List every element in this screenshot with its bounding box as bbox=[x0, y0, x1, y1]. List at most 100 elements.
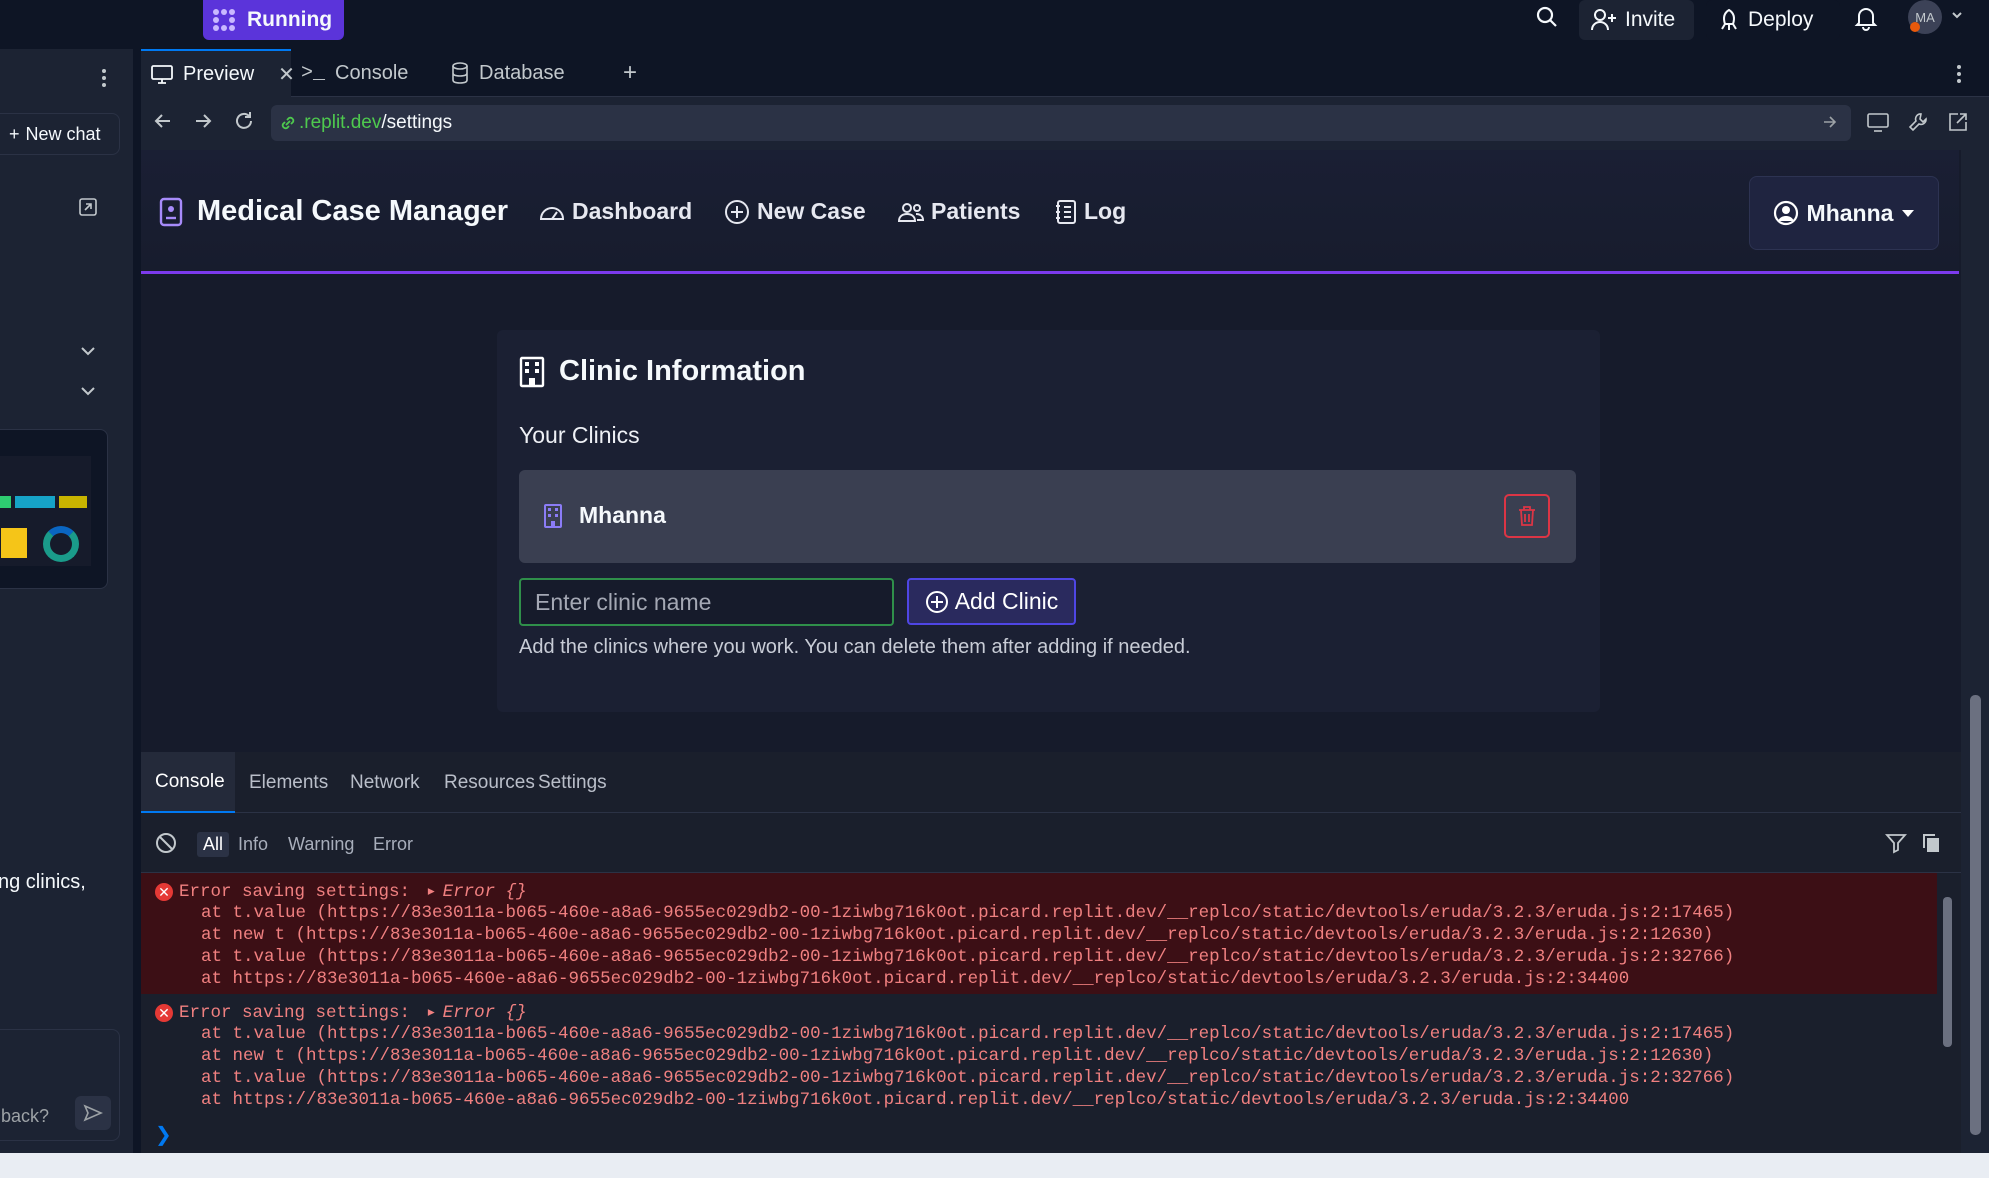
card-title: Clinic Information bbox=[519, 355, 806, 388]
back-icon[interactable] bbox=[153, 111, 173, 131]
chat-input[interactable]: back? bbox=[0, 1029, 120, 1141]
notification-dot bbox=[1910, 22, 1920, 32]
invite-button[interactable]: Invite bbox=[1579, 0, 1694, 40]
delete-clinic-button[interactable] bbox=[1504, 494, 1550, 538]
avatar[interactable]: MA bbox=[1908, 0, 1942, 34]
deploy-icon bbox=[1718, 8, 1740, 32]
nav-label: Log bbox=[1084, 198, 1127, 224]
devtools-icon[interactable] bbox=[1907, 111, 1929, 133]
error-message: Error saving settings: bbox=[179, 1002, 411, 1023]
nav-new-case[interactable]: New Case bbox=[724, 198, 866, 225]
open-new-tab-icon[interactable] bbox=[1947, 111, 1969, 133]
clinic-help-text: Add the clinics where you work. You can … bbox=[519, 636, 1191, 658]
user-circle-icon bbox=[1773, 200, 1799, 226]
stack-line[interactable]: at https://83e3011a-b065-460e-a8a6-9655e… bbox=[201, 969, 1629, 989]
link-icon bbox=[279, 114, 297, 132]
tab-preview[interactable]: Preview ✕ bbox=[141, 49, 295, 97]
stack-line[interactable]: at t.value (https://83e3011a-b065-460e-a… bbox=[201, 1024, 1734, 1044]
chevron-down-icon[interactable] bbox=[80, 385, 96, 397]
people-icon bbox=[898, 201, 924, 223]
app-brand[interactable]: Medical Case Manager bbox=[159, 195, 508, 228]
filter-error[interactable]: Error bbox=[367, 832, 419, 857]
devtools-tab-elements[interactable]: Elements bbox=[235, 752, 342, 813]
invite-label: Invite bbox=[1625, 8, 1676, 31]
chevron-down-icon[interactable] bbox=[1950, 8, 1964, 22]
chevron-down-icon[interactable] bbox=[80, 345, 96, 357]
new-chat-button[interactable]: + New chat bbox=[0, 113, 120, 155]
chat-message-fragment: ng clinics, bbox=[0, 871, 86, 893]
add-tab-icon[interactable]: + bbox=[623, 59, 637, 87]
more-options-icon[interactable] bbox=[100, 67, 108, 89]
monitor-icon bbox=[151, 64, 173, 84]
dashboard-icon bbox=[539, 201, 565, 223]
plus-circle-icon bbox=[925, 590, 949, 614]
running-status-button[interactable]: Running bbox=[203, 0, 345, 40]
deploy-button[interactable]: Deploy bbox=[1706, 0, 1840, 40]
error-header: ✕ Error saving settings: ▸ Error {} bbox=[155, 1002, 527, 1023]
error-icon: ✕ bbox=[155, 1003, 173, 1022]
error-message: Error saving settings: bbox=[179, 881, 411, 902]
building-icon bbox=[519, 356, 545, 388]
stack-line[interactable]: at new t (https://83e3011a-b065-460e-a8a… bbox=[201, 925, 1713, 945]
thumbnail-preview bbox=[0, 456, 91, 566]
filter-icon[interactable] bbox=[1885, 832, 1907, 854]
filter-all[interactable]: All bbox=[197, 832, 230, 857]
app-navbar: Medical Case Manager Dashboard New Case … bbox=[141, 150, 1959, 274]
expand-arrow-icon[interactable]: ▸ bbox=[426, 881, 437, 902]
building-icon bbox=[543, 503, 563, 529]
stack-line[interactable]: at https://83e3011a-b065-460e-a8a6-9655e… bbox=[201, 1090, 1629, 1110]
error-object[interactable]: Error {} bbox=[443, 1003, 527, 1023]
workspace-main: Preview ✕ >_ Console Database + .replit.… bbox=[141, 49, 1989, 1153]
devtools-tab-console[interactable]: Console bbox=[141, 752, 235, 813]
expand-arrow-icon[interactable]: ▸ bbox=[426, 1002, 437, 1023]
go-icon[interactable] bbox=[1821, 113, 1839, 131]
forward-icon[interactable] bbox=[193, 111, 213, 131]
add-clinic-button[interactable]: Add Clinic bbox=[907, 578, 1076, 625]
address-field[interactable]: .replit.dev /settings bbox=[271, 105, 1851, 141]
tab-console[interactable]: >_ Console bbox=[291, 49, 431, 97]
filter-warning[interactable]: Warning bbox=[282, 832, 360, 857]
filter-info[interactable]: Info bbox=[232, 832, 274, 857]
user-menu-label: Mhanna bbox=[1806, 199, 1894, 226]
deploy-label: Deploy bbox=[1748, 8, 1814, 31]
refresh-icon[interactable] bbox=[233, 110, 255, 132]
devtools-panel: Console Elements Network Resources Setti… bbox=[141, 752, 1961, 1153]
stack-line[interactable]: at t.value (https://83e3011a-b065-460e-a… bbox=[201, 1068, 1734, 1088]
scrollbar-thumb[interactable] bbox=[1943, 897, 1952, 1047]
copy-icon[interactable] bbox=[1921, 832, 1941, 854]
stack-line[interactable]: at t.value (https://83e3011a-b065-460e-a… bbox=[201, 903, 1734, 923]
clinic-name-input[interactable] bbox=[519, 578, 894, 626]
more-options-icon[interactable] bbox=[1955, 63, 1963, 85]
url-path: /settings bbox=[381, 112, 453, 133]
card-title-text: Clinic Information bbox=[559, 355, 806, 387]
nav-label: New Case bbox=[757, 198, 866, 224]
bell-icon[interactable] bbox=[1854, 5, 1878, 31]
device-icon[interactable] bbox=[1867, 112, 1889, 132]
preview-scrollbar[interactable] bbox=[1961, 150, 1989, 1153]
running-label: Running bbox=[247, 8, 333, 31]
console-scrollbar[interactable] bbox=[1937, 873, 1959, 1115]
nav-label: Patients bbox=[931, 198, 1021, 224]
search-icon[interactable] bbox=[1534, 4, 1560, 30]
error-object[interactable]: Error {} bbox=[443, 882, 527, 902]
nav-dashboard[interactable]: Dashboard bbox=[539, 198, 692, 225]
nav-patients[interactable]: Patients bbox=[898, 198, 1020, 225]
tab-database[interactable]: Database bbox=[441, 49, 591, 97]
scrollbar-thumb[interactable] bbox=[1970, 695, 1981, 1135]
devtools-tab-network[interactable]: Network bbox=[336, 752, 434, 813]
stack-line[interactable]: at new t (https://83e3011a-b065-460e-a8a… bbox=[201, 1046, 1713, 1066]
stack-line[interactable]: at t.value (https://83e3011a-b065-460e-a… bbox=[201, 947, 1734, 967]
journal-icon bbox=[1055, 199, 1077, 225]
brand-title: Medical Case Manager bbox=[197, 195, 509, 227]
devtools-tab-settings[interactable]: Settings bbox=[524, 752, 621, 813]
add-clinic-label: Add Clinic bbox=[954, 588, 1059, 614]
nav-log[interactable]: Log bbox=[1055, 198, 1126, 225]
user-menu-button[interactable]: Mhanna bbox=[1749, 176, 1939, 250]
trash-icon bbox=[1518, 505, 1536, 527]
clear-console-icon[interactable] bbox=[155, 832, 177, 854]
console-prompt-icon[interactable]: ❯ bbox=[155, 1122, 172, 1147]
screenshot-thumbnail[interactable] bbox=[0, 429, 108, 589]
send-icon[interactable] bbox=[75, 1096, 111, 1130]
chat-input-placeholder: back? bbox=[1, 1106, 50, 1126]
expand-icon[interactable] bbox=[78, 197, 98, 217]
